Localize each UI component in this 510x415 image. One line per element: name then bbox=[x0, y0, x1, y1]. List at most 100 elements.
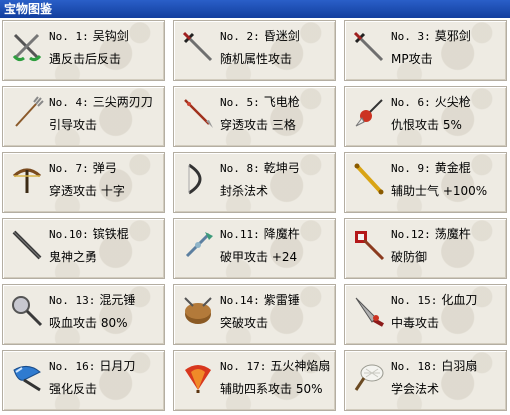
treasure-heading: No. 3: 莫邪剑 bbox=[391, 29, 471, 44]
treasure-card[interactable]: No. 16: 日月刀 强化反击 bbox=[2, 350, 165, 411]
treasure-heading: No.10: 镔铁棍 bbox=[49, 227, 129, 242]
treasure-card[interactable]: No. 3: 莫邪剑 MP攻击 bbox=[344, 20, 507, 81]
iron-staff-icon bbox=[10, 228, 44, 262]
golden-staff-icon bbox=[352, 162, 386, 196]
treasure-heading: No. 4: 三尖两刃刀 bbox=[49, 95, 153, 110]
treasure-number: No. 16: bbox=[49, 360, 96, 373]
treasure-effect: 破防御 bbox=[391, 250, 428, 264]
feather-fan-icon bbox=[352, 360, 386, 394]
treasure-effect: 遇反击后反击 bbox=[49, 52, 122, 66]
treasure-name: 飞电枪 bbox=[263, 95, 300, 109]
treasure-name: 昏迷剑 bbox=[263, 29, 300, 43]
treasure-number: No. 4: bbox=[49, 96, 89, 109]
treasure-heading: No. 6: 火尖枪 bbox=[391, 95, 471, 110]
treasure-number: No. 9: bbox=[391, 162, 431, 175]
treasure-heading: No. 2: 昏迷剑 bbox=[220, 29, 300, 44]
treasure-effect: MP攻击 bbox=[391, 52, 433, 66]
treasure-card[interactable]: No.14: 紫雷锤 突破攻击 bbox=[173, 284, 336, 345]
treasure-card[interactable]: No. 18: 白羽扇 学会法术 bbox=[344, 350, 507, 411]
treasure-heading: No. 5: 飞电枪 bbox=[220, 95, 300, 110]
spear-icon bbox=[181, 96, 215, 130]
treasure-effect: 穿透攻击 十字 bbox=[49, 184, 125, 198]
treasure-card[interactable]: No. 17: 五火神焰扇 辅助四系攻击 50% bbox=[173, 350, 336, 411]
treasure-name: 紫雷锤 bbox=[263, 293, 300, 307]
treasure-name: 吴钩剑 bbox=[92, 29, 129, 43]
treasure-effect: 封杀法术 bbox=[220, 184, 269, 198]
treasure-heading: No.12: 荡魔杵 bbox=[391, 227, 471, 242]
treasure-number: No. 18: bbox=[391, 360, 438, 373]
treasure-effect: 鬼神之勇 bbox=[49, 250, 98, 264]
vajra-icon bbox=[181, 228, 215, 262]
treasure-effect: 穿透攻击 三格 bbox=[220, 118, 296, 132]
war-drum-icon bbox=[181, 294, 215, 328]
treasure-card[interactable]: No. 9: 黄金棍辅助士气 +100% bbox=[344, 152, 507, 213]
treasure-card[interactable]: No. 6: 火尖枪 仇恨攻击 5% bbox=[344, 86, 507, 147]
treasure-number: No. 6: bbox=[391, 96, 431, 109]
treasure-card[interactable]: No.10: 镔铁棍 鬼神之勇 bbox=[2, 218, 165, 279]
treasure-card[interactable]: No. 4: 三尖两刃刀 引导攻击 bbox=[2, 86, 165, 147]
treasure-effect: 辅助四系攻击 50% bbox=[220, 382, 323, 396]
treasure-number: No.11: bbox=[220, 228, 260, 241]
treasure-number: No.14: bbox=[220, 294, 260, 307]
treasure-card[interactable]: No. 13: 混元锤 吸血攻击 80% bbox=[2, 284, 165, 345]
treasure-heading: No. 9: 黄金棍 bbox=[391, 161, 471, 176]
treasure-card[interactable]: No. 2: 昏迷剑 随机属性攻击 bbox=[173, 20, 336, 81]
treasure-effect: 学会法术 bbox=[391, 382, 440, 396]
treasure-heading: No. 18: 白羽扇 bbox=[391, 359, 477, 374]
treasure-card[interactable]: No.12: 荡魔杵 破防御 bbox=[344, 218, 507, 279]
window-title: 宝物图鉴 bbox=[0, 0, 510, 18]
sword-icon bbox=[352, 30, 386, 64]
treasure-effect: 仇恨攻击 5% bbox=[391, 118, 462, 132]
treasure-name: 莫邪剑 bbox=[434, 29, 471, 43]
treasure-heading: No.14: 紫雷锤 bbox=[220, 293, 300, 308]
treasure-number: No. 3: bbox=[391, 30, 431, 43]
treasure-number: No.10: bbox=[49, 228, 89, 241]
treasure-heading: No. 1: 吴钩剑 bbox=[49, 29, 129, 44]
treasure-effect: 吸血攻击 80% bbox=[49, 316, 128, 330]
treasure-name: 弹弓 bbox=[92, 161, 117, 175]
moon-blade-icon bbox=[10, 360, 44, 394]
treasure-name: 火尖枪 bbox=[434, 95, 471, 109]
treasure-heading: No. 17: 五火神焰扇 bbox=[220, 359, 330, 374]
treasure-heading: No. 8: 乾坤弓 bbox=[220, 161, 300, 176]
treasure-heading: No. 16: 日月刀 bbox=[49, 359, 135, 374]
blood-blade-icon bbox=[352, 294, 386, 328]
treasure-effect: 随机属性攻击 bbox=[220, 52, 293, 66]
treasure-effect: 中毒攻击 bbox=[391, 316, 440, 330]
treasure-name: 白羽扇 bbox=[441, 359, 478, 373]
treasure-number: No. 5: bbox=[220, 96, 260, 109]
sword-icon bbox=[181, 30, 215, 64]
treasure-number: No. 1: bbox=[49, 30, 89, 43]
treasure-card[interactable]: No. 5: 飞电枪 穿透攻击 三格 bbox=[173, 86, 336, 147]
treasure-number: No.12: bbox=[391, 228, 431, 241]
treasure-name: 乾坤弓 bbox=[263, 161, 300, 175]
treasure-name: 化血刀 bbox=[441, 293, 478, 307]
treasure-heading: No.11: 降魔杵 bbox=[220, 227, 300, 242]
treasure-number: No. 15: bbox=[391, 294, 438, 307]
treasure-heading: No. 15: 化血刀 bbox=[391, 293, 477, 308]
treasure-effect: 强化反击 bbox=[49, 382, 98, 396]
treasure-name: 五火神焰扇 bbox=[270, 359, 331, 373]
treasure-name: 镔铁棍 bbox=[92, 227, 129, 241]
treasure-number: No. 17: bbox=[220, 360, 267, 373]
treasure-number: No. 8: bbox=[220, 162, 260, 175]
treasure-number: No. 2: bbox=[220, 30, 260, 43]
treasure-name: 三尖两刃刀 bbox=[92, 95, 153, 109]
treasure-card[interactable]: No. 7: 弹弓 穿透攻击 十字 bbox=[2, 152, 165, 213]
treasure-grid: No. 1: 吴钩剑 遇反击后反击 No. 2: 昏迷剑 随机属性攻击 No. 3: 莫邪剑 M… bbox=[0, 18, 510, 415]
treasure-card[interactable]: No. 15: 化血刀 中毒攻击 bbox=[344, 284, 507, 345]
trident-icon bbox=[10, 96, 44, 130]
treasure-number: No. 7: bbox=[49, 162, 89, 175]
treasure-card[interactable]: No. 8: 乾坤弓 封杀法术 bbox=[173, 152, 336, 213]
treasure-card[interactable]: No. 1: 吴钩剑 遇反击后反击 bbox=[2, 20, 165, 81]
flame-fan-icon bbox=[181, 360, 215, 394]
twin-swords-icon bbox=[10, 30, 44, 64]
mace-icon bbox=[10, 294, 44, 328]
treasure-card[interactable]: No.11: 降魔杵 破甲攻击 +24 bbox=[173, 218, 336, 279]
treasure-name: 日月刀 bbox=[99, 359, 136, 373]
treasure-number: No. 13: bbox=[49, 294, 96, 307]
treasure-heading: No. 7: 弹弓 bbox=[49, 161, 117, 176]
treasure-effect: 辅助士气 +100% bbox=[391, 184, 488, 198]
bow-icon bbox=[181, 162, 215, 196]
treasure-name: 黄金棍 bbox=[434, 161, 471, 175]
